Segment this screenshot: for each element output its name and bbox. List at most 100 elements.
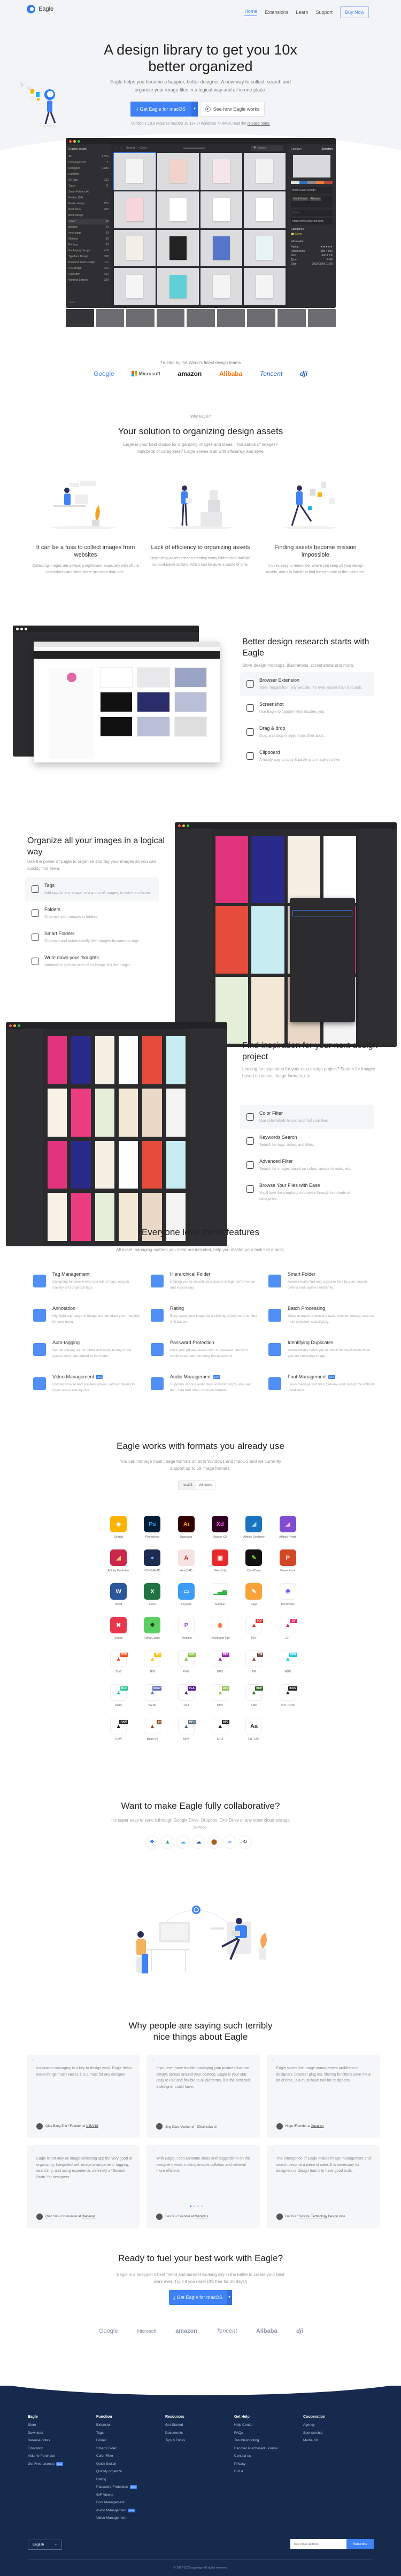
thumbnail[interactable] <box>307 309 336 327</box>
baidu-cloud-icon[interactable]: ∞ <box>223 1835 236 1849</box>
poster-tile[interactable] <box>142 1140 162 1189</box>
sidebar-item[interactable]: Untagged 1,083 <box>68 166 109 172</box>
browser-address-bar[interactable] <box>34 647 220 651</box>
feature-item[interactable]: Browse Your Files with Ease You'll love t… <box>240 1177 374 1207</box>
onedrive-icon[interactable]: ☁ <box>192 1835 205 1849</box>
thumbnail[interactable] <box>247 309 275 327</box>
footer-link[interactable]: Folder <box>96 2439 137 2442</box>
poster-tile[interactable] <box>142 1088 162 1137</box>
sidebar-item[interactable]: Cover 58 <box>68 219 109 225</box>
footer-link[interactable]: Help Center <box>234 2423 277 2427</box>
poster-tile[interactable] <box>71 1036 91 1084</box>
url-field[interactable]: https://www.pinterest.com/ <box>291 218 333 225</box>
see-how-button[interactable]: ▶ See how Eagle works <box>200 102 265 117</box>
sidebar-item[interactable]: Smart Folders (4) <box>68 189 109 195</box>
image-tile[interactable] <box>244 153 286 190</box>
poster-tile[interactable] <box>48 1088 67 1137</box>
image-tile[interactable] <box>157 153 199 190</box>
feature-item[interactable]: Color Filter Use color labels to sort and… <box>240 1105 374 1129</box>
poster-tile[interactable] <box>215 836 249 904</box>
category-chip[interactable]: 📁 Cover <box>291 233 333 236</box>
nav-support[interactable]: Support <box>315 10 333 15</box>
company-link[interactable]: Qiaojiang <box>82 2215 95 2218</box>
footer-link[interactable]: Sponsorship <box>303 2431 325 2435</box>
acorn-icon[interactable]: ⬤ <box>207 1835 221 1849</box>
thumbnail[interactable] <box>277 309 306 327</box>
nav-home[interactable]: Home <box>244 9 258 16</box>
carousel-dot[interactable] <box>201 2205 203 2207</box>
sidebar-item[interactable]: Random <box>68 172 109 178</box>
poster-tile[interactable] <box>166 1140 186 1189</box>
company-link[interactable]: UIBANG <box>86 2125 98 2128</box>
tag-chip[interactable]: Book Cover <box>292 197 309 201</box>
download-button[interactable]: ⤓ Get Eagle for macOS ▼ <box>130 102 198 117</box>
thumbnail[interactable] <box>187 309 215 327</box>
feature-item[interactable]: Screenshot Use Eagle to capture what insp… <box>240 696 374 720</box>
nav-learn[interactable]: Learn <box>296 10 308 15</box>
sidebar-item[interactable]: All 2,556 <box>68 154 109 160</box>
brand-logo[interactable]: Eagle <box>27 5 53 13</box>
feature-item[interactable]: Keywords Search Search for tags, notes, a… <box>240 1129 374 1153</box>
image-tile[interactable] <box>114 229 156 267</box>
release-notes-link[interactable]: release notes <box>248 122 270 126</box>
poster-tile[interactable] <box>95 1140 114 1189</box>
back-arrow-icon[interactable]: ‹ <box>116 146 117 150</box>
image-tile[interactable] <box>244 229 286 267</box>
sidebar-item[interactable]: Trash 71 <box>68 183 109 189</box>
language-select[interactable]: English ▼ <box>28 2540 62 2550</box>
feature-item[interactable]: Clipboard A handy way to copy & paste any… <box>240 744 374 768</box>
poster-tile[interactable] <box>71 1088 91 1137</box>
feature-item[interactable]: Advanced Filter Search for images based o… <box>240 1153 374 1177</box>
tab-selection[interactable]: Selection <box>321 148 333 151</box>
carousel-dot[interactable] <box>194 2205 195 2207</box>
poster-tile[interactable] <box>251 906 284 974</box>
notes-field[interactable]: Notes... <box>291 210 333 216</box>
image-tile[interactable] <box>200 191 242 228</box>
sidebar-item[interactable]: Inner page 20 <box>68 230 109 236</box>
search-box[interactable]: 🔍 Search <box>251 145 283 151</box>
poster-tile[interactable] <box>48 1036 67 1084</box>
carousel-dot[interactable] <box>190 2205 191 2207</box>
sidebar-item[interactable]: All Tags 132 <box>68 178 109 183</box>
sidebar-item[interactable]: Business Card Design 117 <box>68 260 109 266</box>
sidebar-item[interactable]: Binding 40 <box>68 225 109 230</box>
sidebar-item[interactable]: Folders (59) <box>68 195 109 201</box>
poster-tile[interactable] <box>251 976 284 1044</box>
thumbnail[interactable] <box>126 309 155 327</box>
footer-link[interactable]: EULA <box>234 2470 277 2473</box>
nav-extensions[interactable]: Extensions <box>265 10 288 15</box>
poster-tile[interactable] <box>142 1036 162 1084</box>
icloud-icon[interactable]: ☁ <box>176 1835 190 1849</box>
footer-link[interactable]: Agency <box>303 2423 325 2427</box>
poster-tile[interactable] <box>118 1140 138 1189</box>
subscribe-button[interactable]: Subscribe <box>346 2539 374 2549</box>
footer-link[interactable]: Recover Purchased License <box>234 2447 277 2450</box>
poster-tile[interactable] <box>166 1088 186 1137</box>
feature-item[interactable]: Folders Organize your images in folders. <box>25 901 159 925</box>
company-link[interactable]: Suishou Technology <box>298 2215 327 2218</box>
forward-arrow-icon[interactable]: › <box>121 146 122 150</box>
library-name[interactable]: Graphic design <box>68 146 109 152</box>
sidebar-item[interactable]: Uncategorized 1 <box>68 160 109 166</box>
platform-dropdown-caret[interactable]: ▼ <box>191 102 198 117</box>
footer-link[interactable]: Rating <box>96 2478 137 2481</box>
carousel-dot[interactable] <box>197 2205 199 2207</box>
footer-link[interactable]: Privacy <box>234 2462 277 2466</box>
tag-chip[interactable]: Abstract <box>309 197 321 201</box>
image-tile[interactable] <box>114 268 156 305</box>
shot-tile[interactable] <box>100 692 133 712</box>
footer-link[interactable]: Download <box>28 2431 63 2435</box>
footer-link[interactable]: Troubleshooting <box>234 2439 277 2442</box>
image-tile[interactable] <box>114 191 156 228</box>
poster-tile[interactable] <box>95 1036 114 1084</box>
image-tile[interactable] <box>200 153 242 190</box>
feature-item[interactable]: Browser Extension Save images from any we… <box>240 672 374 696</box>
footer-link[interactable]: Color Filter <box>96 2454 137 2458</box>
shot-tile[interactable] <box>174 667 207 688</box>
sidebar-item[interactable]: Printing 33 <box>68 242 109 248</box>
poster-tile[interactable] <box>48 1140 67 1189</box>
image-tile[interactable] <box>200 268 242 305</box>
thumbnail[interactable] <box>156 309 185 327</box>
sidebar-item[interactable]: Winning Enteies 380 <box>68 277 109 283</box>
google-drive-icon[interactable]: ▲ <box>161 1835 174 1849</box>
